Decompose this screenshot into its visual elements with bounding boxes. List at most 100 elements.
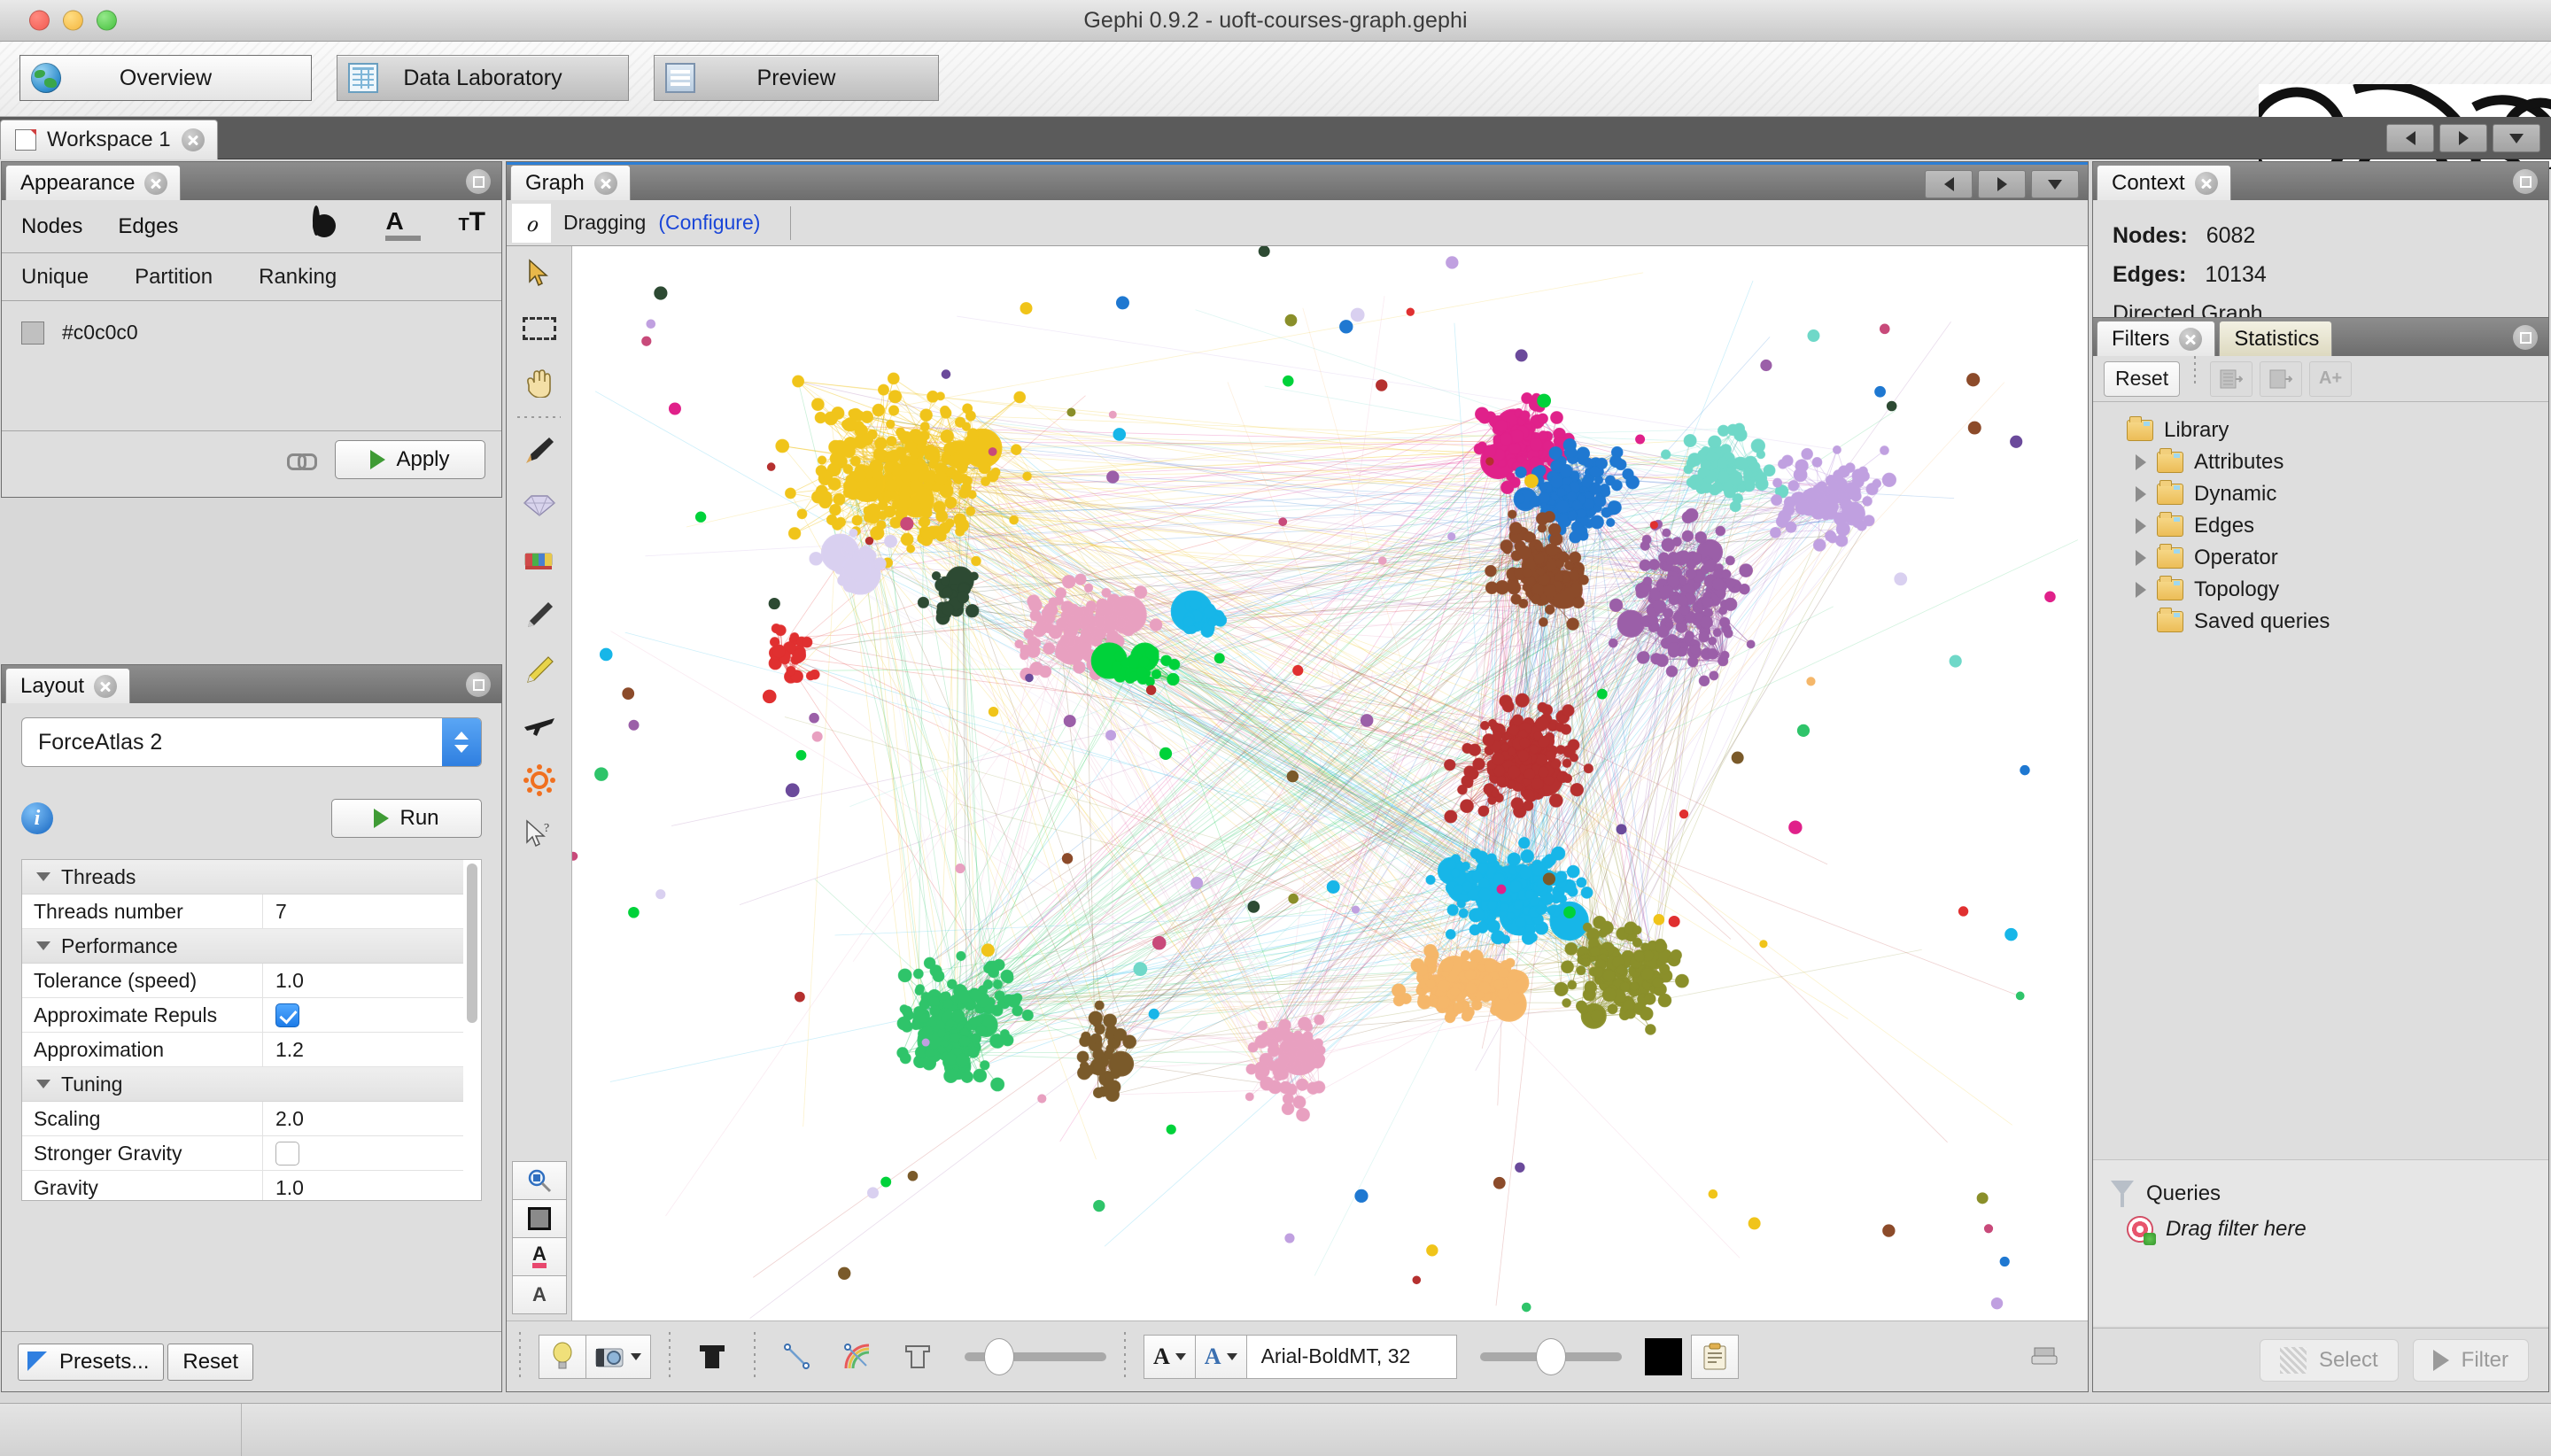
graph-node[interactable] bbox=[792, 648, 807, 662]
property-group[interactable]: Tuning bbox=[22, 1067, 481, 1102]
graph-node[interactable] bbox=[872, 447, 887, 461]
graph-node[interactable] bbox=[1531, 862, 1546, 877]
graph-node[interactable] bbox=[1601, 507, 1612, 518]
graph-node[interactable] bbox=[1523, 768, 1536, 780]
graph-node[interactable] bbox=[1840, 498, 1853, 512]
graph-node[interactable] bbox=[933, 500, 946, 515]
graph-node[interactable] bbox=[1601, 987, 1617, 1003]
graph-node[interactable] bbox=[1643, 992, 1656, 1005]
graph-node[interactable] bbox=[1609, 598, 1624, 613]
graph-prev-button[interactable] bbox=[1925, 170, 1973, 198]
graph-node[interactable] bbox=[1524, 474, 1539, 489]
graph-node[interactable] bbox=[1748, 461, 1761, 473]
graph-node[interactable] bbox=[1496, 884, 1507, 895]
graph-node[interactable] bbox=[1544, 854, 1557, 867]
graph-node[interactable] bbox=[1092, 1034, 1102, 1044]
graph-node[interactable] bbox=[942, 586, 954, 599]
graph-node[interactable] bbox=[917, 596, 930, 608]
graph-node[interactable] bbox=[1499, 432, 1513, 446]
mode-button-preview[interactable]: Preview bbox=[654, 55, 939, 101]
minimize-panel-button[interactable] bbox=[466, 169, 491, 194]
graph-node[interactable] bbox=[594, 767, 609, 781]
filter-button[interactable]: Filter bbox=[2412, 1338, 2529, 1382]
graph-node[interactable] bbox=[1483, 445, 1497, 459]
graph-node[interactable] bbox=[1254, 1061, 1268, 1075]
node-size-icon[interactable] bbox=[313, 205, 348, 244]
graph-node[interactable] bbox=[1583, 457, 1593, 469]
graph-node[interactable] bbox=[1274, 1072, 1283, 1081]
graph-node[interactable] bbox=[1136, 666, 1148, 678]
graph-node[interactable] bbox=[2010, 435, 2023, 448]
graph-node[interactable] bbox=[1542, 872, 1556, 886]
graph-node[interactable] bbox=[1486, 919, 1500, 933]
label-size-icon[interactable]: TT bbox=[458, 208, 493, 244]
graph-node[interactable] bbox=[774, 624, 787, 637]
graph-node[interactable] bbox=[943, 442, 957, 456]
graph-node[interactable] bbox=[945, 1018, 955, 1028]
graph-node[interactable] bbox=[849, 407, 863, 422]
graph-node[interactable] bbox=[1746, 639, 1756, 649]
graph-node[interactable] bbox=[1083, 583, 1094, 592]
graph-node[interactable] bbox=[1707, 647, 1719, 660]
export-icon[interactable] bbox=[2020, 1335, 2068, 1379]
tree-node-library[interactable]: Library bbox=[2105, 414, 2548, 446]
graph-node[interactable] bbox=[1507, 580, 1522, 595]
mode-button-data-laboratory[interactable]: Data Laboratory bbox=[337, 55, 629, 101]
property-value[interactable]: 1.2 bbox=[263, 1033, 481, 1066]
graph-node[interactable] bbox=[1282, 375, 1294, 387]
graph-node[interactable] bbox=[1166, 1124, 1176, 1135]
graph-node[interactable] bbox=[1094, 1000, 1105, 1011]
graph-node[interactable] bbox=[1999, 1256, 2010, 1267]
select-all-rows-icon[interactable] bbox=[2210, 360, 2253, 397]
graph-node[interactable] bbox=[884, 534, 898, 548]
graph-node[interactable] bbox=[1733, 428, 1748, 442]
graph-node[interactable] bbox=[898, 491, 911, 502]
graph-node[interactable] bbox=[932, 525, 942, 536]
graph-node[interactable] bbox=[1723, 628, 1733, 639]
graph-node[interactable] bbox=[668, 402, 681, 415]
graph-list-button[interactable] bbox=[2031, 170, 2079, 198]
graph-node[interactable] bbox=[935, 391, 945, 401]
graph-node[interactable] bbox=[818, 490, 833, 505]
graph-node[interactable] bbox=[1167, 672, 1180, 686]
graph-node[interactable] bbox=[1354, 1189, 1369, 1203]
graph-node[interactable] bbox=[1518, 837, 1531, 849]
graph-node[interactable] bbox=[913, 1005, 925, 1017]
graph-node[interactable] bbox=[1508, 724, 1520, 736]
graph-node[interactable] bbox=[1113, 598, 1128, 613]
graph-node[interactable] bbox=[1412, 1275, 1422, 1285]
graph-node[interactable] bbox=[992, 979, 1003, 989]
graph-node[interactable] bbox=[795, 749, 807, 761]
graph-node[interactable] bbox=[1686, 458, 1696, 469]
graph-node[interactable] bbox=[1966, 373, 1981, 387]
graph-node[interactable] bbox=[641, 336, 652, 346]
graph-node[interactable] bbox=[921, 1038, 930, 1047]
graph-node[interactable] bbox=[1521, 392, 1533, 405]
graph-node[interactable] bbox=[874, 561, 884, 570]
tree-node-saved-queries[interactable]: Saved queries bbox=[2105, 606, 2548, 638]
graph-node[interactable] bbox=[1788, 820, 1803, 834]
graph-node[interactable] bbox=[866, 429, 878, 440]
graph-node[interactable] bbox=[1523, 800, 1534, 811]
graph-node[interactable] bbox=[1811, 457, 1823, 468]
graph-node[interactable] bbox=[810, 398, 825, 411]
graph-node[interactable] bbox=[1718, 616, 1731, 628]
properties-scrollbar[interactable] bbox=[463, 860, 481, 1200]
graph-node[interactable] bbox=[1675, 973, 1689, 988]
graph-node[interactable] bbox=[842, 479, 857, 493]
graph-node[interactable] bbox=[1515, 917, 1527, 929]
graph-node[interactable] bbox=[1060, 600, 1074, 615]
graph-node[interactable] bbox=[1835, 522, 1850, 537]
graph-node[interactable] bbox=[1655, 654, 1669, 668]
graph-node[interactable] bbox=[906, 544, 916, 554]
cursor-select-icon[interactable] bbox=[507, 246, 572, 301]
graph-node[interactable] bbox=[1668, 594, 1679, 605]
graph-node[interactable] bbox=[1094, 618, 1105, 629]
apply-button[interactable]: Apply bbox=[335, 439, 485, 479]
graph-node[interactable] bbox=[1520, 848, 1534, 864]
graph-node[interactable] bbox=[1593, 495, 1607, 507]
graph-node[interactable] bbox=[887, 449, 901, 463]
graph-node[interactable] bbox=[1535, 905, 1545, 915]
graph-node[interactable] bbox=[960, 482, 972, 494]
graph-node[interactable] bbox=[1537, 413, 1548, 424]
